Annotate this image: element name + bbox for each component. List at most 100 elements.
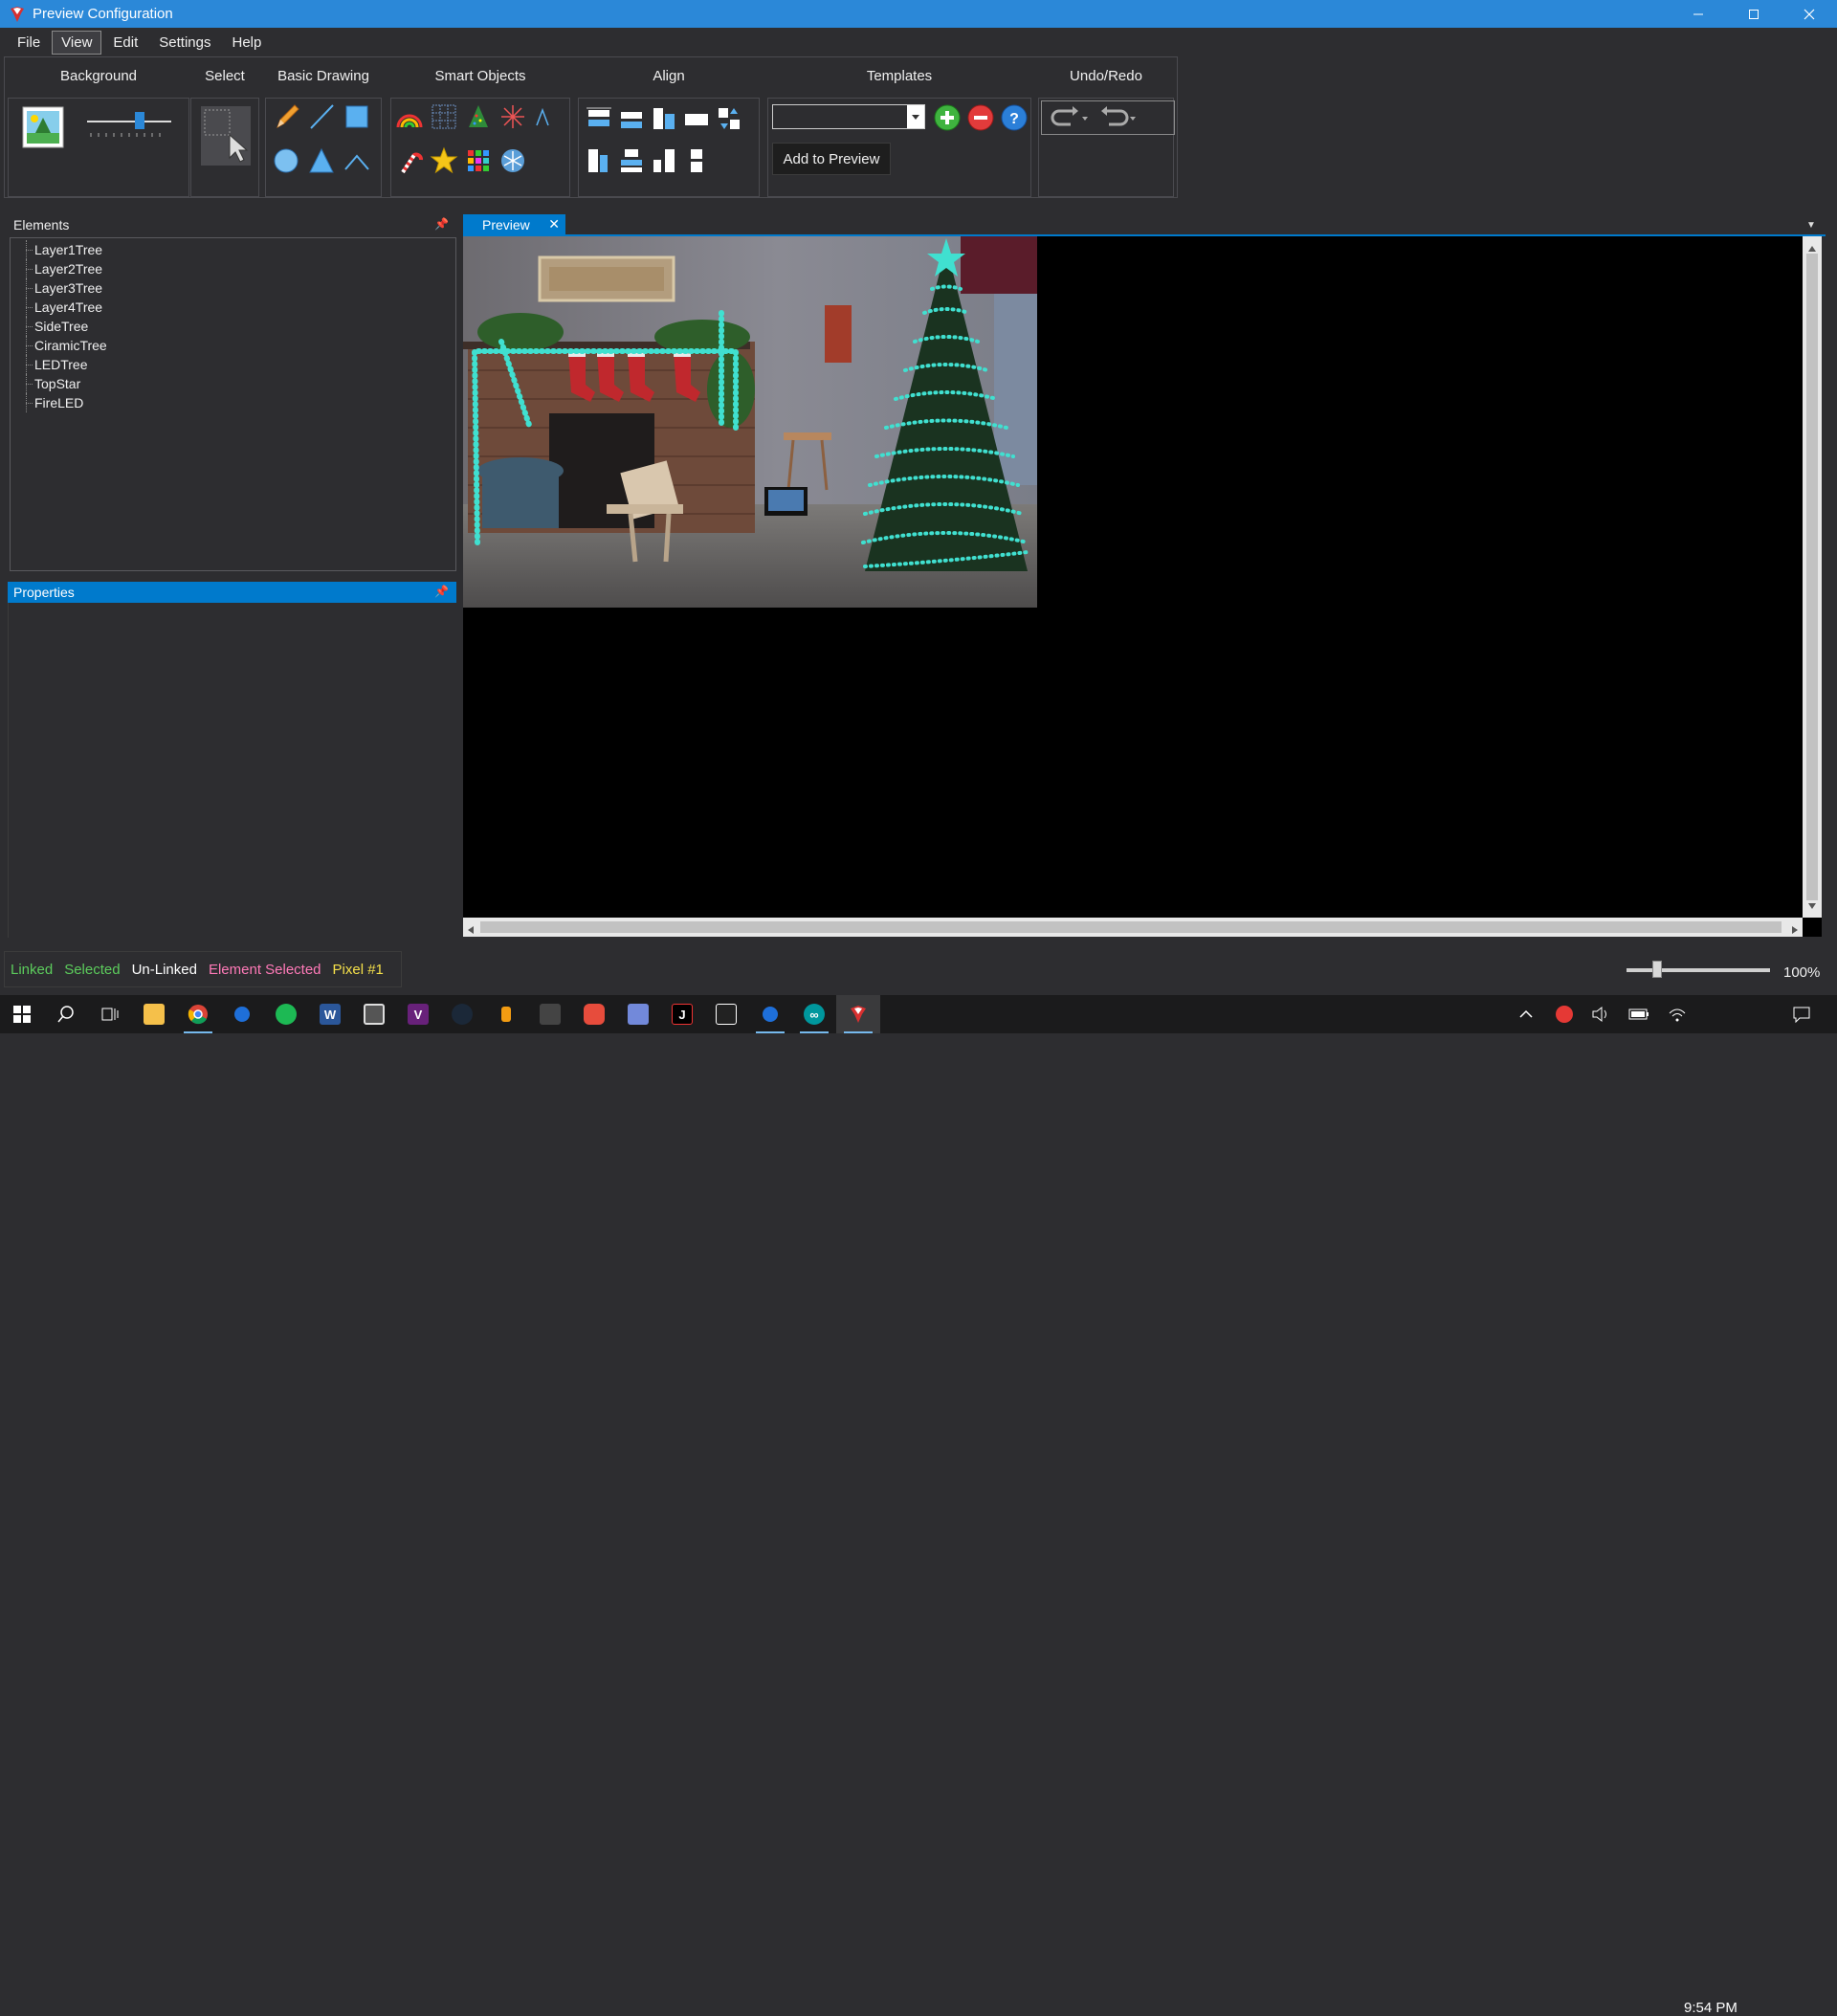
line-icon[interactable] bbox=[307, 102, 336, 131]
maps-icon[interactable] bbox=[748, 995, 792, 1033]
brightness-slider[interactable] bbox=[87, 110, 173, 139]
background-image-icon[interactable] bbox=[22, 106, 64, 148]
menu-bar: File View Edit Settings Help bbox=[0, 28, 1837, 56]
align-bottom-icon[interactable] bbox=[650, 104, 678, 133]
vertical-scrollbar[interactable] bbox=[1803, 236, 1822, 918]
app-icon[interactable] bbox=[528, 995, 572, 1033]
tab-list-dropdown-icon[interactable]: ▼ bbox=[1806, 220, 1816, 231]
preview-canvas[interactable] bbox=[463, 236, 1803, 918]
search-icon[interactable] bbox=[44, 995, 88, 1033]
tab-preview[interactable]: Preview ✕ bbox=[463, 214, 565, 235]
zoom-slider-thumb[interactable] bbox=[1652, 961, 1662, 978]
file-explorer-icon[interactable] bbox=[132, 995, 176, 1033]
jetbrains-icon[interactable]: J bbox=[660, 995, 704, 1033]
help-icon[interactable]: ? bbox=[1000, 103, 1029, 132]
redo-icon[interactable] bbox=[1096, 103, 1140, 132]
close-tab-icon[interactable]: ✕ bbox=[548, 216, 560, 233]
distribute-horizontal-icon[interactable] bbox=[682, 104, 711, 133]
ellipse-icon[interactable] bbox=[272, 146, 300, 175]
tree-item-fireled[interactable]: FireLED bbox=[11, 393, 455, 412]
undo-redo-container bbox=[1041, 100, 1175, 135]
snowflake-icon[interactable] bbox=[498, 146, 527, 175]
taskbar: W V J ∞ 9:54 PM bbox=[0, 995, 1837, 2016]
ribbon-toolbar: Background Select Basic Drawing Smart Ob… bbox=[0, 56, 1837, 202]
app-icon[interactable] bbox=[572, 995, 616, 1033]
zoom-slider[interactable] bbox=[1627, 968, 1770, 972]
tree-item-layer1tree[interactable]: Layer1Tree bbox=[11, 240, 455, 259]
pin-icon[interactable]: 📌 bbox=[434, 585, 449, 598]
app-icon[interactable] bbox=[484, 995, 528, 1033]
maps-icon[interactable] bbox=[220, 995, 264, 1033]
elements-panel: Elements 📌 Layer1Tree Layer2Tree Layer3T… bbox=[8, 214, 456, 573]
multi-point-icon[interactable] bbox=[531, 102, 560, 131]
menu-edit[interactable]: Edit bbox=[103, 31, 147, 55]
align-left-icon[interactable] bbox=[585, 146, 613, 175]
notifications-icon[interactable] bbox=[1780, 995, 1824, 1033]
align-middle-icon[interactable] bbox=[617, 104, 646, 133]
maximize-button[interactable] bbox=[1726, 0, 1782, 28]
chrome-icon[interactable] bbox=[176, 995, 220, 1033]
group-title-basic-drawing: Basic Drawing bbox=[277, 68, 369, 84]
scroll-left-icon[interactable] bbox=[467, 922, 475, 939]
task-view-icon[interactable] bbox=[88, 995, 132, 1033]
scroll-right-icon[interactable] bbox=[1791, 922, 1799, 939]
starburst-icon[interactable] bbox=[498, 102, 527, 131]
visual-studio-icon[interactable]: V bbox=[396, 995, 440, 1033]
tree-item-layer3tree[interactable]: Layer3Tree bbox=[11, 278, 455, 298]
spotify-icon[interactable] bbox=[264, 995, 308, 1033]
word-icon[interactable]: W bbox=[308, 995, 352, 1033]
horizontal-scrollbar[interactable] bbox=[463, 918, 1803, 937]
steam-icon[interactable] bbox=[440, 995, 484, 1033]
chevron-down-icon[interactable] bbox=[907, 105, 924, 128]
align-center-icon[interactable] bbox=[617, 146, 646, 175]
add-to-preview-button[interactable]: Add to Preview bbox=[772, 143, 891, 175]
remove-template-icon[interactable] bbox=[966, 103, 995, 132]
triangle-icon[interactable] bbox=[307, 146, 336, 175]
polyline-icon[interactable] bbox=[343, 146, 371, 175]
templates-dropdown[interactable] bbox=[772, 104, 925, 129]
arch-icon[interactable] bbox=[395, 102, 424, 131]
swap-icon[interactable] bbox=[715, 104, 743, 133]
camera-icon[interactable] bbox=[352, 995, 396, 1033]
tree-item-sidetree[interactable]: SideTree bbox=[11, 317, 455, 336]
align-top-icon[interactable] bbox=[585, 104, 613, 133]
tree-item-layer2tree[interactable]: Layer2Tree bbox=[11, 259, 455, 278]
menu-view[interactable]: View bbox=[52, 30, 102, 55]
menu-settings[interactable]: Settings bbox=[149, 31, 220, 55]
wifi-icon[interactable] bbox=[1655, 995, 1699, 1033]
tab-preview-label: Preview bbox=[482, 217, 530, 233]
status-selected: Selected bbox=[64, 961, 121, 978]
horizontal-scroll-thumb[interactable] bbox=[480, 921, 1782, 933]
close-button[interactable] bbox=[1782, 0, 1837, 28]
tree-item-ledtree[interactable]: LEDTree bbox=[11, 355, 455, 374]
clock[interactable]: 9:54 PM bbox=[1684, 2000, 1737, 2016]
vertical-scroll-thumb[interactable] bbox=[1806, 254, 1818, 900]
tree-item-topstar[interactable]: TopStar bbox=[11, 374, 455, 393]
menu-file[interactable]: File bbox=[8, 31, 50, 55]
minimize-button[interactable] bbox=[1671, 0, 1726, 28]
menu-help[interactable]: Help bbox=[222, 31, 271, 55]
pin-icon[interactable]: 📌 bbox=[434, 217, 449, 231]
rectangle-icon[interactable] bbox=[343, 102, 371, 131]
tree-item-layer4tree[interactable]: Layer4Tree bbox=[11, 298, 455, 317]
undo-icon[interactable] bbox=[1048, 103, 1092, 132]
vixen-icon[interactable] bbox=[836, 995, 880, 1033]
mega-tree-icon[interactable] bbox=[464, 102, 493, 131]
add-template-icon[interactable] bbox=[933, 103, 962, 132]
start-icon[interactable] bbox=[0, 995, 44, 1033]
grid-icon[interactable] bbox=[430, 102, 458, 131]
distribute-vertical-icon[interactable] bbox=[682, 146, 711, 175]
unity-icon[interactable] bbox=[704, 995, 748, 1033]
tree-item-ciramictree[interactable]: CiramicTree bbox=[11, 336, 455, 355]
arduino-icon[interactable]: ∞ bbox=[792, 995, 836, 1033]
pencil-icon[interactable] bbox=[272, 102, 300, 131]
select-pointer-icon[interactable] bbox=[201, 106, 251, 166]
candy-cane-icon[interactable] bbox=[395, 146, 424, 175]
discord-icon[interactable] bbox=[616, 995, 660, 1033]
group-title-smart-objects: Smart Objects bbox=[434, 68, 526, 84]
status-bar: Linked Selected Un-Linked Element Select… bbox=[0, 951, 1837, 987]
matrix-icon[interactable] bbox=[464, 146, 493, 175]
align-right-icon[interactable] bbox=[650, 146, 678, 175]
star-icon[interactable] bbox=[430, 146, 458, 175]
preview-background-image[interactable] bbox=[463, 236, 1037, 608]
